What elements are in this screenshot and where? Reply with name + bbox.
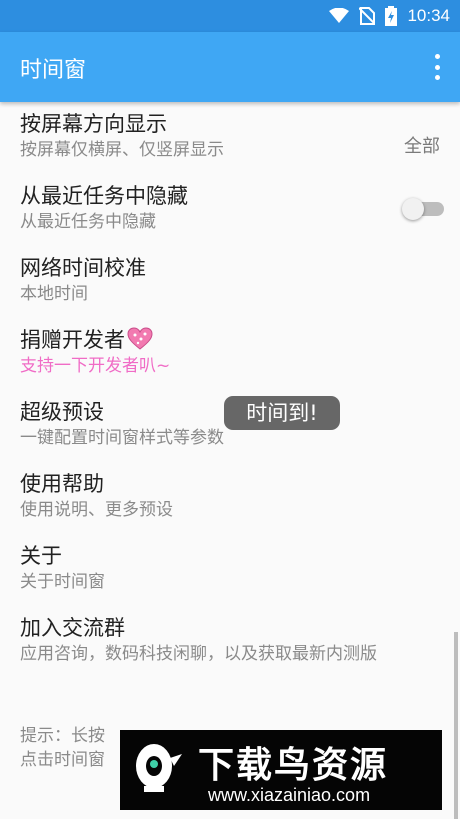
scrollbar[interactable]	[454, 632, 458, 819]
setting-title: 使用帮助	[20, 472, 104, 496]
setting-screen-orientation[interactable]: 按屏幕方向显示 按屏幕仅横屏、仅竖屏显示 全部	[20, 110, 440, 162]
watermark-brand: 下载鸟资源	[198, 745, 389, 786]
heart-icon	[127, 327, 153, 350]
app-bar: 时间窗	[0, 32, 460, 102]
settings-list: 按屏幕方向显示 按屏幕仅横屏、仅竖屏显示 全部 从最近任务中隐藏 从最近任务中隐…	[0, 102, 460, 819]
hide-recents-switch[interactable]	[402, 194, 446, 224]
no-sim-icon	[359, 7, 376, 25]
wifi-icon	[329, 8, 350, 23]
setting-summary: 应用咨询，数码科技闲聊，以及获取最新内测版	[20, 644, 377, 664]
watermark-url: www.xiazainiao.com	[208, 785, 371, 805]
dot-icon	[434, 54, 440, 59]
setting-network-time[interactable]: 网络时间校准 本地时间	[20, 254, 440, 306]
floating-time-window[interactable]: 时间到!	[224, 396, 340, 430]
setting-join-group[interactable]: 加入交流群 应用咨询，数码科技闲聊，以及获取最新内测版	[20, 614, 440, 666]
setting-summary: 关于时间窗	[20, 572, 105, 592]
setting-summary: 按屏幕仅横屏、仅竖屏显示	[20, 140, 224, 160]
setting-title: 网络时间校准	[20, 256, 146, 280]
setting-hide-recents[interactable]: 从最近任务中隐藏 从最近任务中隐藏	[20, 182, 440, 234]
setting-summary: 支持一下开发者叭~	[20, 356, 171, 376]
bird-logo-icon	[136, 744, 182, 792]
setting-about[interactable]: 关于 关于时间窗	[20, 542, 440, 594]
setting-title: 按屏幕方向显示	[20, 112, 167, 136]
setting-summary: 使用说明、更多预设	[20, 500, 173, 520]
setting-title-text: 捐赠开发者	[20, 328, 125, 352]
status-bar: 10:34	[0, 0, 460, 32]
setting-title: 加入交流群	[20, 616, 125, 640]
setting-value: 全部	[404, 136, 440, 157]
battery-charging-icon	[385, 6, 398, 26]
dot-icon	[434, 75, 440, 80]
setting-title: 捐赠开发者	[20, 326, 440, 354]
dot-icon	[434, 64, 440, 70]
setting-title: 关于	[20, 544, 62, 568]
status-icons: 10:34	[329, 5, 450, 27]
setting-summary: 本地时间	[20, 284, 88, 304]
setting-help[interactable]: 使用帮助 使用说明、更多预设	[20, 470, 440, 522]
setting-title: 从最近任务中隐藏	[20, 184, 188, 208]
page-title: 时间窗	[20, 58, 87, 83]
setting-donate[interactable]: 捐赠开发者 支持一下开发者叭~	[20, 326, 440, 378]
switch-thumb	[402, 198, 424, 220]
watermark-banner: 下载鸟资源 www.xiazainiao.com	[120, 730, 442, 810]
setting-summary: 从最近任务中隐藏	[20, 212, 156, 232]
status-time: 10:34	[407, 6, 450, 25]
more-options-button[interactable]	[432, 54, 442, 80]
